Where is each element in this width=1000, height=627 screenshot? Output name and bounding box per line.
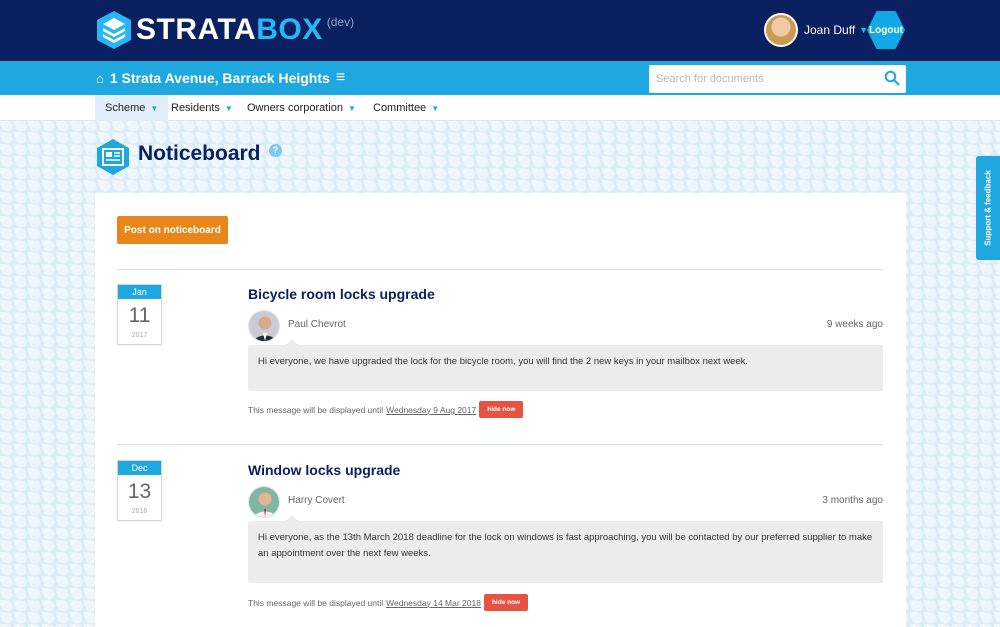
chevron-down-icon: ▼ xyxy=(859,25,869,35)
date-month: Dec xyxy=(118,461,161,475)
message-text: Hi everyone, we have upgraded the lock f… xyxy=(258,356,749,367)
author-avatar xyxy=(248,486,280,518)
notice-title: Window locks upgrade xyxy=(248,462,401,478)
notice-item: Dec 13 2016 Window locks upgrade Harry C… xyxy=(95,445,906,615)
environment-label: (dev) xyxy=(326,15,355,29)
logo-icon xyxy=(97,11,131,49)
author-avatar xyxy=(248,310,280,342)
search-input[interactable] xyxy=(649,65,869,93)
user-menu[interactable]: Joan Duff ▼ xyxy=(764,13,868,47)
hamburger-menu-icon[interactable]: ≡ xyxy=(336,69,345,87)
display-until-prefix: This message will be displayed until xyxy=(248,404,384,415)
noticeboard-card: Post on noticeboard Jan 11 2017 Bicycle … xyxy=(95,193,906,627)
stratabox-logo[interactable]: STRATABOX (dev) xyxy=(96,10,354,50)
nav-owners-corporation[interactable]: Owners corporation ▼ xyxy=(237,95,366,121)
scheme-address[interactable]: ⌂ 1 Strata Avenue, Barrack Heights ≡ xyxy=(96,69,345,87)
post-time: 9 weeks ago xyxy=(826,319,883,330)
nav-committee-label: Committee xyxy=(373,102,427,114)
user-avatar xyxy=(764,13,798,47)
notice-item: Jan 11 2017 Bicycle room locks upgrade P… xyxy=(95,269,906,439)
support-feedback-label: Support & feedback xyxy=(983,170,993,246)
date-badge: Jan 11 2017 xyxy=(117,284,162,345)
user-name: Joan Duff xyxy=(804,23,856,37)
chevron-down-icon: ▼ xyxy=(150,104,159,113)
date-year: 2016 xyxy=(131,508,148,515)
main-nav: Scheme ▼ Residents ▼ Owners corporation ▼ C… xyxy=(0,95,1000,121)
nav-scheme[interactable]: Scheme ▼ xyxy=(95,95,169,121)
display-until-prefix: This message will be displayed until xyxy=(248,597,384,608)
home-icon: ⌂ xyxy=(96,70,104,86)
nav-residents-label: Residents xyxy=(171,102,220,114)
nav-owners-corporation-label: Owners corporation xyxy=(247,102,343,114)
nav-committee[interactable]: Committee ▼ xyxy=(363,95,449,121)
author-name: Paul Chevrot xyxy=(288,319,346,330)
search-icon[interactable] xyxy=(884,70,900,86)
nav-scheme-label: Scheme xyxy=(105,102,146,114)
logout-button[interactable]: Logout xyxy=(867,11,905,49)
person-icon xyxy=(249,311,279,341)
chevron-down-icon: ▼ xyxy=(224,104,233,113)
noticeboard-icon xyxy=(97,139,129,175)
date-day: 13 xyxy=(127,480,152,503)
hide-now-button[interactable]: hide now xyxy=(479,401,524,418)
display-until: This message will be displayed until Wed… xyxy=(248,594,529,611)
message-bubble: Hi everyone, we have upgraded the lock f… xyxy=(248,339,883,391)
top-header: STRATABOX (dev) Joan Duff ▼ Logout xyxy=(0,0,1000,61)
message-bubble: Hi everyone, as the 13th March 2018 dead… xyxy=(248,515,883,583)
logo-wordmark: STRATABOX xyxy=(136,13,323,46)
chevron-down-icon: ▼ xyxy=(348,104,356,113)
date-month: Jan xyxy=(118,285,161,299)
address-text: 1 Strata Avenue, Barrack Heights xyxy=(109,70,330,86)
help-icon[interactable]: ? xyxy=(269,144,282,157)
chevron-down-icon: ▼ xyxy=(431,104,440,113)
display-until-date-link[interactable]: Wednesday 9 Aug 2017 xyxy=(386,405,476,415)
post-time: 3 months ago xyxy=(822,495,883,506)
date-year: 2017 xyxy=(131,332,148,339)
hide-now-button[interactable]: hide now xyxy=(483,594,529,611)
post-on-noticeboard-button[interactable]: Post on noticeboard xyxy=(117,216,228,244)
notice-title: Bicycle room locks upgrade xyxy=(248,286,435,302)
author-name: Harry Covert xyxy=(288,495,345,506)
search-box xyxy=(649,65,906,93)
date-day: 11 xyxy=(128,304,151,327)
page-title: Noticeboard xyxy=(138,142,261,165)
person-icon xyxy=(249,487,279,517)
nav-residents[interactable]: Residents ▼ xyxy=(161,95,243,121)
date-badge: Dec 13 2016 xyxy=(117,460,162,521)
message-text: Hi everyone, as the 13th March 2018 dead… xyxy=(258,532,873,559)
support-feedback-tab[interactable]: Support & feedback xyxy=(976,156,1000,260)
display-until-date-link[interactable]: Wednesday 14 Mar 2018 xyxy=(386,598,481,608)
display-until: This message will be displayed until Wed… xyxy=(248,401,524,418)
address-bar: ⌂ 1 Strata Avenue, Barrack Heights ≡ xyxy=(0,61,1000,95)
